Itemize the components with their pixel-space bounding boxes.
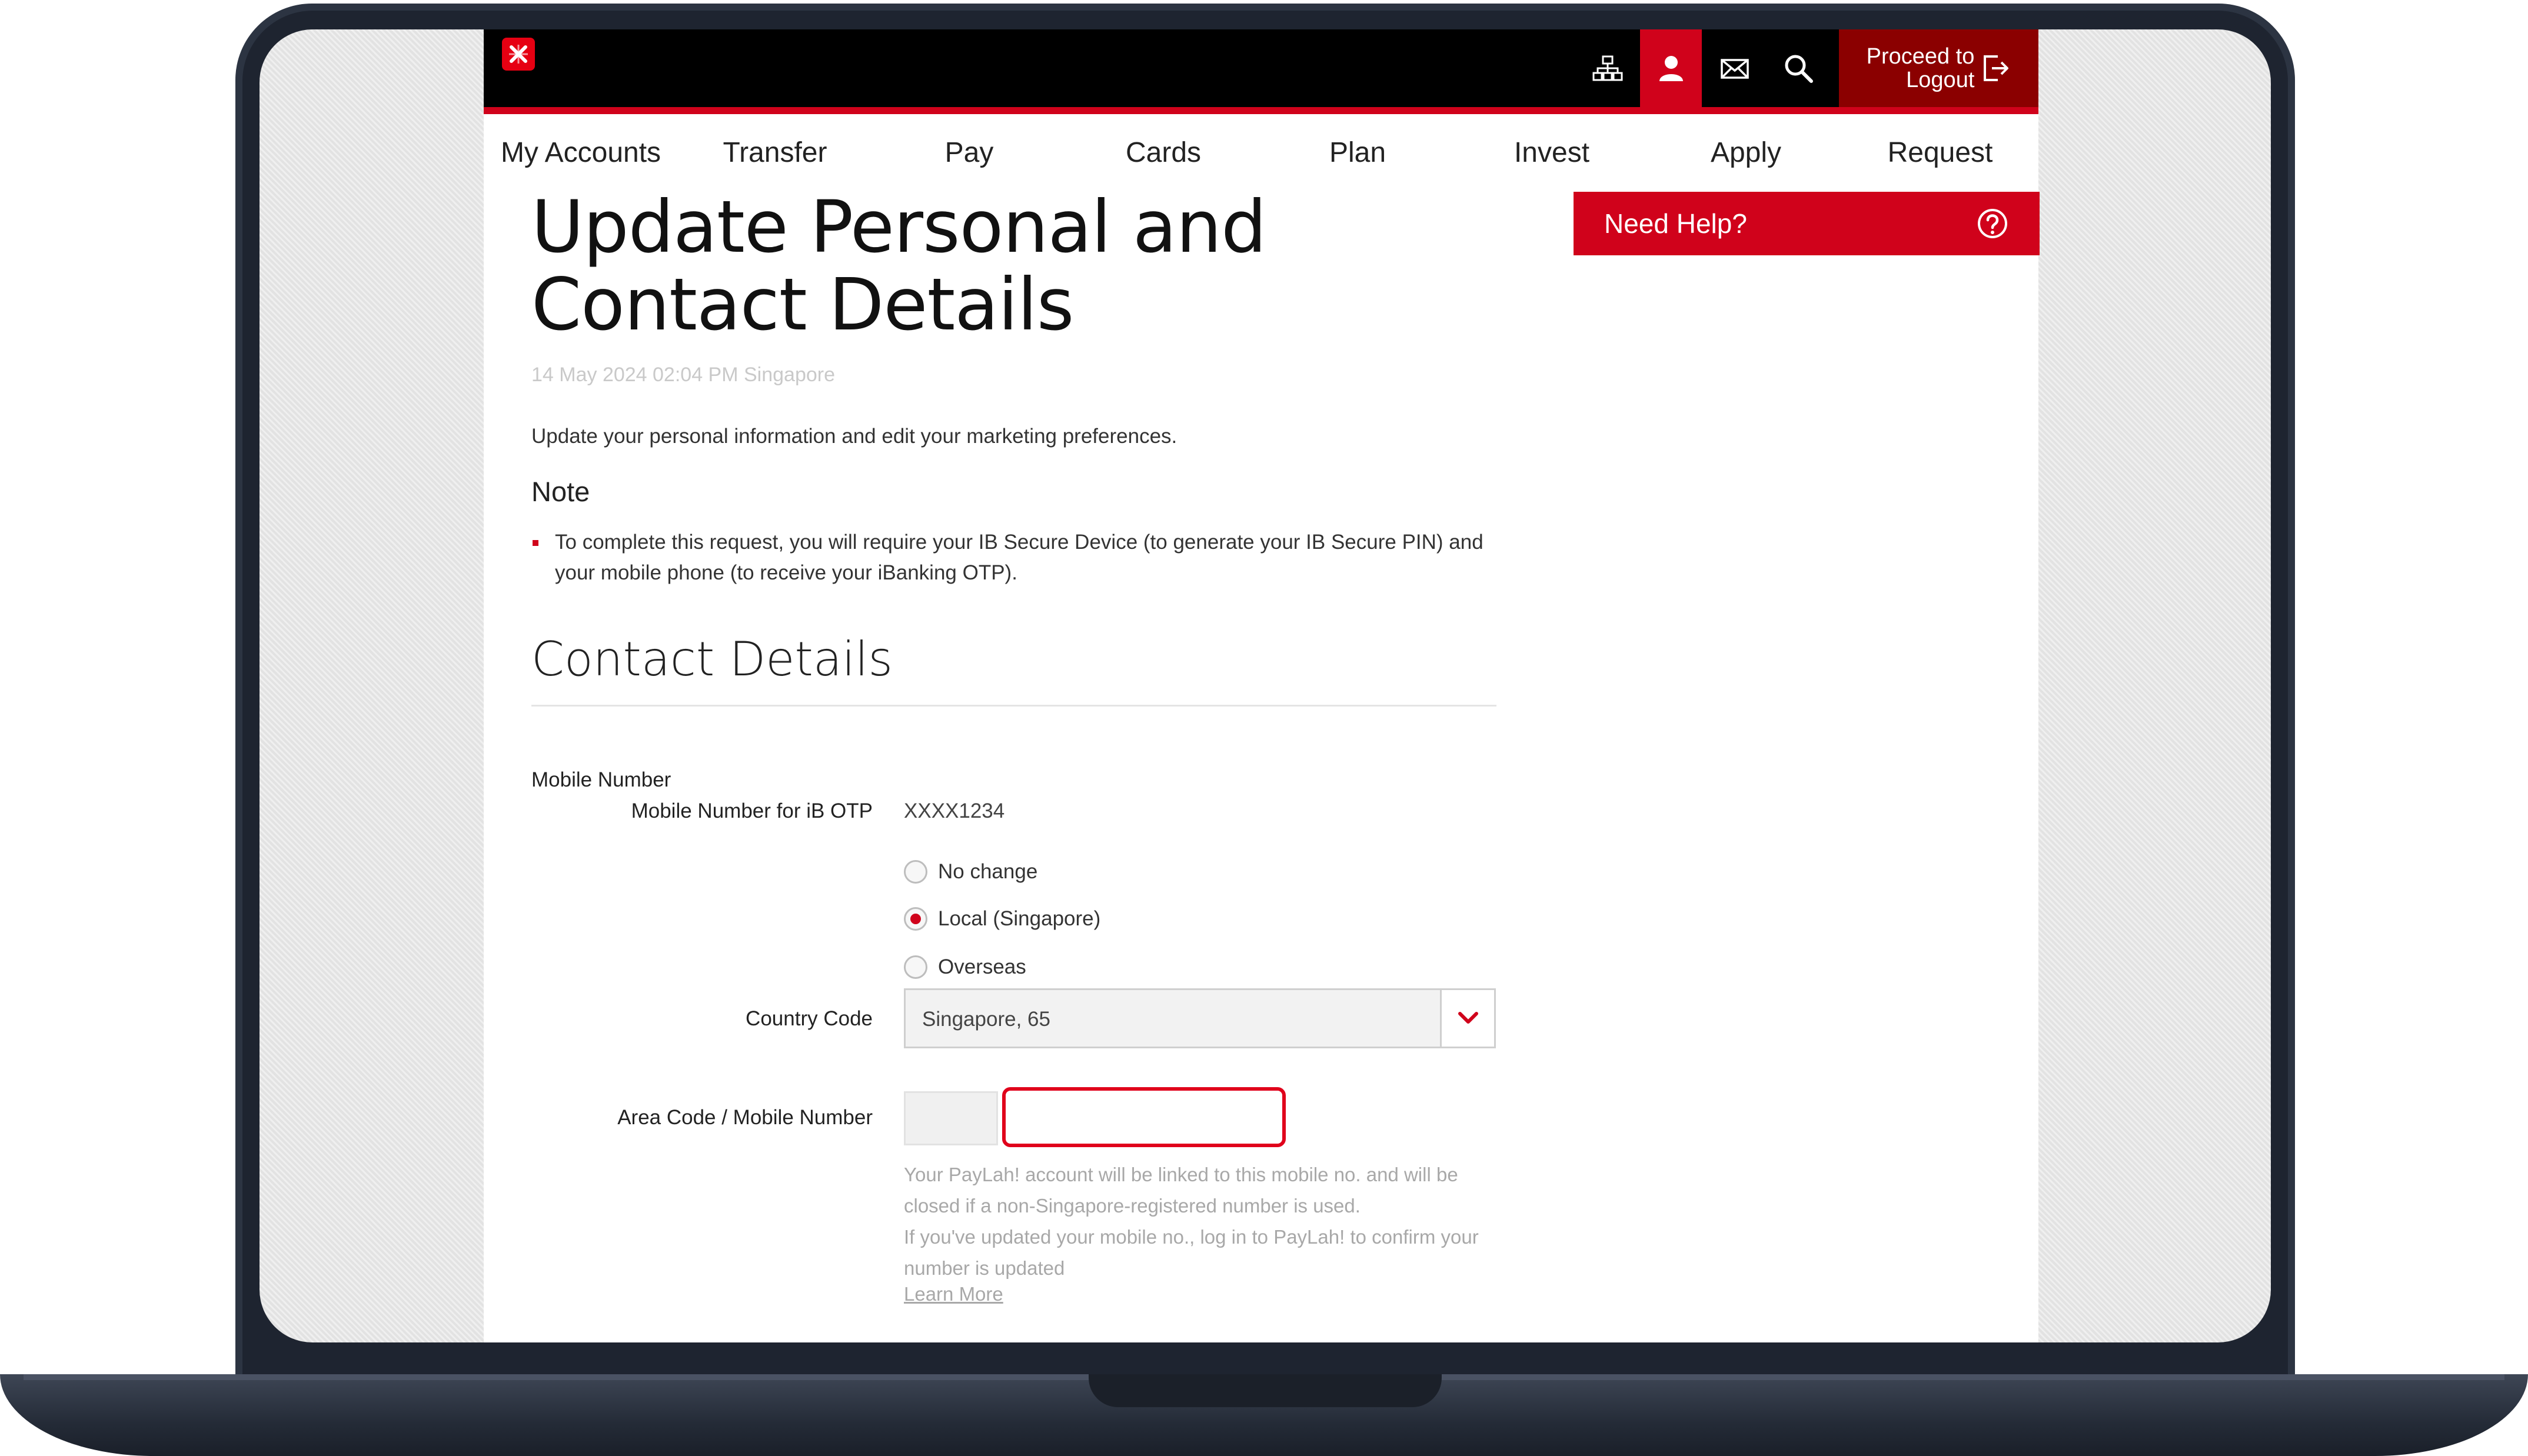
- note-bullet: To complete this request, you will requi…: [531, 527, 1508, 588]
- need-help-label: Need Help?: [1604, 208, 1747, 239]
- nav-pay[interactable]: Pay: [872, 136, 1066, 169]
- dropdown-toggle[interactable]: [1440, 990, 1494, 1047]
- nav-cards[interactable]: Cards: [1066, 136, 1260, 169]
- country-code-label: Country Code: [746, 1007, 873, 1030]
- laptop-screen: Proceed to Logout My Accounts Transfer P…: [260, 29, 2271, 1342]
- radio-local-singapore[interactable]: Local (Singapore): [904, 907, 1100, 931]
- logout-button[interactable]: Proceed to Logout: [1839, 29, 2038, 107]
- contact-details-heading: Contact Details: [531, 632, 893, 687]
- nav-request[interactable]: Request: [1843, 136, 2037, 169]
- mobile-number-input[interactable]: [1002, 1087, 1286, 1147]
- logout-label: Proceed to Logout: [1866, 44, 1975, 92]
- otp-mobile-label: Mobile Number for iB OTP: [631, 799, 873, 822]
- logo-star-icon: [509, 45, 528, 64]
- sitemap-button[interactable]: [1576, 29, 1638, 107]
- radio-button[interactable]: [904, 860, 927, 884]
- laptop-notch: [1089, 1374, 1442, 1407]
- top-bar-accent-line: [484, 107, 2038, 114]
- nav-apply[interactable]: Apply: [1649, 136, 1843, 169]
- nav-transfer[interactable]: Transfer: [678, 136, 872, 169]
- otp-mobile-value: XXXX1234: [904, 799, 1005, 822]
- nav-my-accounts[interactable]: My Accounts: [484, 136, 678, 169]
- nav-invest[interactable]: Invest: [1455, 136, 1649, 169]
- helper-line-1: Your PayLah! account will be linked to t…: [904, 1164, 1458, 1217]
- learn-more-link[interactable]: Learn More: [904, 1283, 1003, 1305]
- nav-plan[interactable]: Plan: [1260, 136, 1455, 169]
- logout-icon: [1984, 55, 2009, 81]
- profile-button[interactable]: [1640, 29, 1702, 107]
- helper-line-2: If you've updated your mobile no., log i…: [904, 1226, 1479, 1279]
- country-code-select[interactable]: Singapore, 65: [904, 988, 1496, 1048]
- sitemap-icon: [1592, 55, 1622, 81]
- radio-overseas[interactable]: Overseas: [904, 955, 1026, 979]
- chevron-down-icon: [1458, 1012, 1478, 1024]
- country-code-value: Singapore, 65: [922, 1008, 1050, 1031]
- intro-text: Update your personal information and edi…: [531, 425, 1177, 448]
- search-button[interactable]: [1767, 29, 1829, 107]
- mail-icon: [1720, 59, 1749, 79]
- mobile-number-label: Mobile Number: [531, 768, 671, 791]
- note-heading: Note: [531, 476, 590, 507]
- radio-label: Overseas: [938, 955, 1026, 978]
- radio-button-selected[interactable]: [904, 907, 927, 931]
- profile-icon: [1659, 56, 1683, 81]
- radio-label: No change: [938, 860, 1038, 883]
- section-divider: [531, 705, 1496, 707]
- timestamp: 14 May 2024 02:04 PM Singapore: [531, 364, 836, 386]
- main-navigation: My Accounts Transfer Pay Cards Plan Inve…: [484, 114, 2038, 191]
- radio-no-change[interactable]: No change: [904, 860, 1037, 884]
- search-icon: [1785, 55, 1813, 83]
- bank-logo[interactable]: [502, 38, 535, 71]
- area-code-field: [904, 1091, 998, 1145]
- area-mobile-label: Area Code / Mobile Number: [617, 1106, 873, 1129]
- need-help-button[interactable]: Need Help?: [1574, 192, 2040, 255]
- radio-button[interactable]: [904, 955, 927, 979]
- question-circle-icon: [1978, 209, 2007, 238]
- paylah-helper-text: Your PayLah! account will be linked to t…: [904, 1159, 1504, 1284]
- mail-button[interactable]: [1704, 29, 1765, 107]
- page-title: Update Personal and Contact Details: [531, 185, 1267, 346]
- radio-label: Local (Singapore): [938, 907, 1101, 930]
